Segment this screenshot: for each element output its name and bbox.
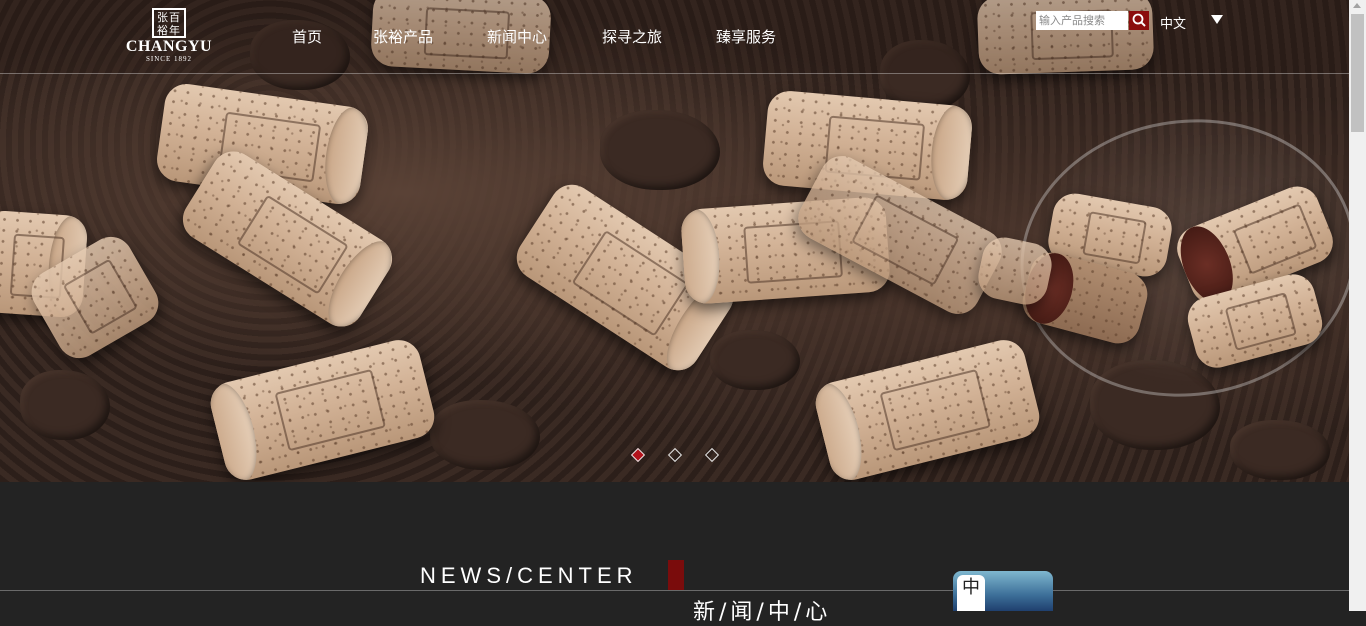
language-label[interactable]: 中文 — [1160, 13, 1186, 32]
page-scrollbar[interactable] — [1349, 0, 1366, 611]
cork-image — [974, 233, 1056, 309]
scroll-up-icon[interactable] — [1353, 3, 1361, 8]
logo-mark: 张百 裕年 — [152, 8, 186, 38]
section-divider — [0, 590, 1349, 591]
search-icon — [1132, 13, 1146, 27]
cork-image — [811, 335, 1044, 482]
widget-badge: 中 — [957, 575, 985, 611]
scrollbar-thumb[interactable] — [1351, 14, 1364, 132]
nav-item-home[interactable]: 首页 — [292, 26, 322, 47]
cork-image — [206, 335, 439, 482]
logo-since: SINCE 1892 — [146, 55, 192, 63]
nav-item-services[interactable]: 臻享服务 — [716, 26, 776, 47]
site-header: 张百 裕年 CHANGYU SINCE 1892 首页 张裕产品 新闻中心 探寻… — [0, 0, 1349, 74]
logo-name: CHANGYU — [125, 38, 213, 55]
nav-item-products[interactable]: 张裕产品 — [373, 26, 433, 47]
nav-item-explore[interactable]: 探寻之旅 — [602, 26, 662, 47]
news-title-cn: 新/闻/中/心 — [693, 600, 832, 625]
search-box — [1036, 11, 1149, 30]
floating-widget[interactable]: 中 — [953, 571, 1053, 611]
caret-down-icon[interactable] — [1211, 15, 1223, 24]
news-title-en: NEWS/CENTER — [420, 563, 638, 588]
search-button[interactable] — [1129, 11, 1149, 30]
news-accent-bar — [668, 560, 684, 590]
search-input[interactable] — [1036, 11, 1128, 30]
nav-item-news[interactable]: 新闻中心 — [487, 26, 547, 47]
changyu-logo[interactable]: 张百 裕年 CHANGYU SINCE 1892 — [124, 8, 214, 68]
